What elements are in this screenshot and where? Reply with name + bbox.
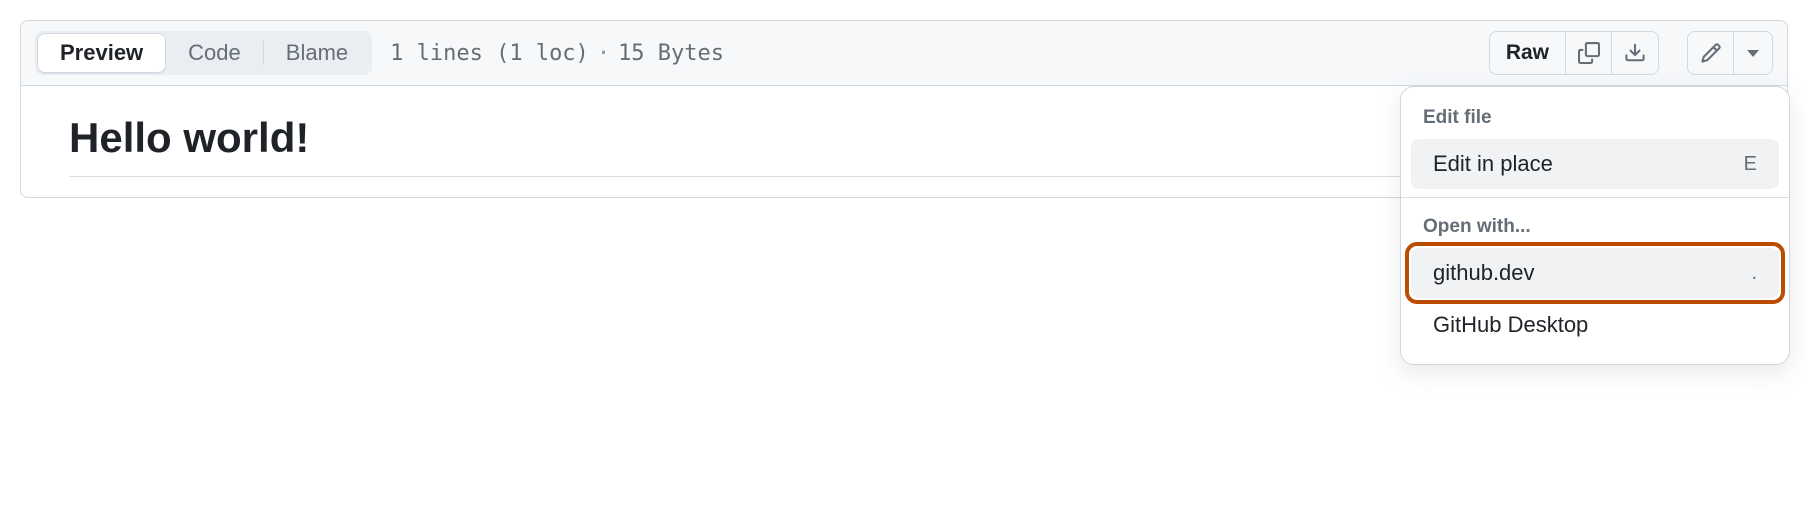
edit-actions-group (1687, 31, 1773, 75)
menu-item-github-dev-shortcut: . (1751, 262, 1757, 285)
menu-item-edit-in-place[interactable]: Edit in place E (1411, 139, 1779, 189)
dropdown-divider (1401, 197, 1789, 198)
download-icon (1624, 42, 1646, 64)
edit-button[interactable] (1688, 32, 1734, 74)
file-size: 15 Bytes (618, 41, 724, 66)
copy-icon (1578, 42, 1600, 64)
view-mode-tabs: Preview Code Blame (35, 31, 372, 75)
tab-blame[interactable]: Blame (264, 33, 370, 73)
dropdown-section-edit-title: Edit file (1401, 97, 1789, 137)
edit-dropdown-menu: Edit file Edit in place E Open with... g… (1400, 86, 1790, 365)
menu-item-github-desktop[interactable]: GitHub Desktop (1411, 300, 1779, 350)
caret-down-icon (1747, 50, 1759, 57)
file-header: Preview Code Blame 1 lines (1 loc) · 15 … (21, 21, 1787, 86)
copy-button[interactable] (1566, 32, 1612, 74)
file-info-separator: · (597, 41, 610, 66)
menu-item-github-dev[interactable]: github.dev . (1411, 248, 1779, 298)
tab-code[interactable]: Code (166, 33, 263, 73)
menu-item-edit-in-place-label: Edit in place (1433, 151, 1553, 177)
raw-button[interactable]: Raw (1490, 32, 1566, 74)
dropdown-section-open-title: Open with... (1401, 206, 1789, 246)
raw-actions-group: Raw (1489, 31, 1659, 75)
tab-blame-label: Blame (286, 40, 348, 66)
file-info: 1 lines (1 loc) · 15 Bytes (390, 41, 724, 66)
menu-item-edit-shortcut: E (1744, 153, 1757, 176)
edit-menu-toggle[interactable] (1734, 32, 1772, 74)
pencil-icon (1700, 42, 1722, 64)
tab-preview-label: Preview (60, 40, 143, 66)
tab-code-label: Code (188, 40, 241, 66)
download-button[interactable] (1612, 32, 1658, 74)
tab-preview[interactable]: Preview (37, 33, 166, 73)
raw-button-label: Raw (1506, 41, 1549, 65)
menu-item-github-dev-label: github.dev (1433, 260, 1535, 286)
menu-item-github-desktop-label: GitHub Desktop (1433, 312, 1588, 338)
file-lines: 1 lines (1 loc) (390, 41, 589, 66)
